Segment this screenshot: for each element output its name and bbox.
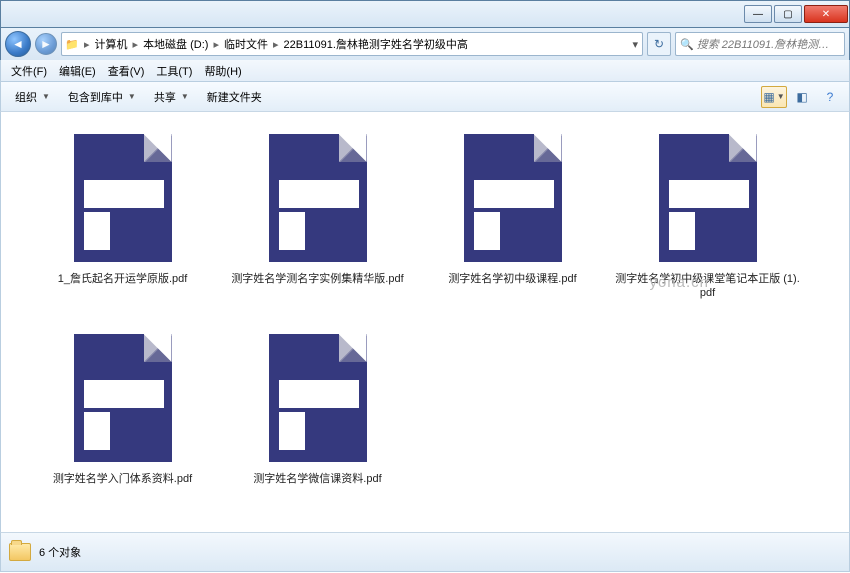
refresh-button[interactable]: ↻ xyxy=(647,32,671,56)
folder-icon: 📁 xyxy=(62,38,82,51)
menu-bar: 文件(F) 编辑(E) 查看(V) 工具(T) 帮助(H) xyxy=(0,60,850,82)
file-label: 测字姓名学入门体系资料.pdf xyxy=(49,472,196,486)
folder-icon xyxy=(9,543,31,561)
file-view: yona.cn 1_詹氏起名开运学原版.pdf 测字姓名学测名字实例集精华版.p… xyxy=(0,112,850,532)
menu-tools[interactable]: 工具(T) xyxy=(150,61,198,81)
toolbar: 组织▼ 包含到库中▼ 共享▼ 新建文件夹 ▦▼ ◧ ? xyxy=(0,82,850,112)
menu-view[interactable]: 查看(V) xyxy=(102,61,151,81)
breadcrumb-item[interactable]: 计算机 xyxy=(92,36,131,52)
file-label: 1_詹氏起名开运学原版.pdf xyxy=(54,272,192,286)
view-mode-button[interactable]: ▦▼ xyxy=(761,86,787,108)
organize-button[interactable]: 组织▼ xyxy=(7,86,58,108)
status-bar: 6 个对象 xyxy=(0,532,850,572)
window-controls: — ▢ ✕ xyxy=(744,5,848,23)
file-item[interactable]: 测字姓名学入门体系资料.pdf xyxy=(25,320,220,520)
preview-pane-button[interactable]: ◧ xyxy=(789,86,815,108)
file-item[interactable]: 测字姓名学测名字实例集精华版.pdf xyxy=(220,120,415,320)
minimize-button[interactable]: — xyxy=(744,5,772,23)
search-placeholder: 搜索 22B11091.詹林艳测字姓名学初... xyxy=(697,36,840,52)
file-label: 测字姓名学初中级课程.pdf xyxy=(444,272,580,286)
status-count: 6 个对象 xyxy=(39,544,81,560)
new-folder-button[interactable]: 新建文件夹 xyxy=(199,86,270,108)
file-label: 测字姓名学微信课资料.pdf xyxy=(249,472,385,486)
pdf-icon xyxy=(263,326,373,466)
file-item[interactable]: 1_詹氏起名开运学原版.pdf xyxy=(25,120,220,320)
file-label: 测字姓名学测名字实例集精华版.pdf xyxy=(227,272,407,286)
include-in-library-button[interactable]: 包含到库中▼ xyxy=(60,86,144,108)
share-button[interactable]: 共享▼ xyxy=(146,86,197,108)
help-button[interactable]: ? xyxy=(817,86,843,108)
file-item[interactable]: 测字姓名学初中级课程.pdf xyxy=(415,120,610,320)
nav-forward-button[interactable]: ► xyxy=(35,33,57,55)
menu-edit[interactable]: 编辑(E) xyxy=(53,61,102,81)
search-input[interactable]: 🔍 搜索 22B11091.詹林艳测字姓名学初... xyxy=(675,32,845,56)
maximize-button[interactable]: ▢ xyxy=(774,5,802,23)
breadcrumb-item[interactable]: 临时文件 xyxy=(221,36,271,52)
window-titlebar: — ▢ ✕ xyxy=(0,0,850,28)
file-grid: 1_詹氏起名开运学原版.pdf 测字姓名学测名字实例集精华版.pdf 测字姓名学… xyxy=(1,112,849,528)
pdf-icon xyxy=(68,326,178,466)
file-item[interactable]: 测字姓名学微信课资料.pdf xyxy=(220,320,415,520)
file-item[interactable]: 测字姓名学初中级课堂笔记本正版 (1).pdf xyxy=(610,120,805,320)
pdf-icon xyxy=(263,126,373,266)
breadcrumb-item[interactable]: 22B11091.詹林艳测字姓名学初级中高 xyxy=(281,36,471,52)
file-label: 测字姓名学初中级课堂笔记本正版 (1).pdf xyxy=(610,272,805,301)
pdf-icon xyxy=(68,126,178,266)
pdf-icon xyxy=(458,126,568,266)
breadcrumb-dropdown[interactable]: ▾ xyxy=(628,38,642,51)
search-icon: 🔍 xyxy=(680,38,694,51)
menu-help[interactable]: 帮助(H) xyxy=(198,61,247,81)
menu-file[interactable]: 文件(F) xyxy=(5,61,53,81)
address-bar-row: ◄ ► 📁 ▸ 计算机 ▸ 本地磁盘 (D:) ▸ 临时文件 ▸ 22B1109… xyxy=(0,28,850,60)
breadcrumb[interactable]: 📁 ▸ 计算机 ▸ 本地磁盘 (D:) ▸ 临时文件 ▸ 22B11091.詹林… xyxy=(61,32,643,56)
pdf-icon xyxy=(653,126,763,266)
nav-back-button[interactable]: ◄ xyxy=(5,31,31,57)
close-button[interactable]: ✕ xyxy=(804,5,848,23)
breadcrumb-item[interactable]: 本地磁盘 (D:) xyxy=(140,36,211,52)
